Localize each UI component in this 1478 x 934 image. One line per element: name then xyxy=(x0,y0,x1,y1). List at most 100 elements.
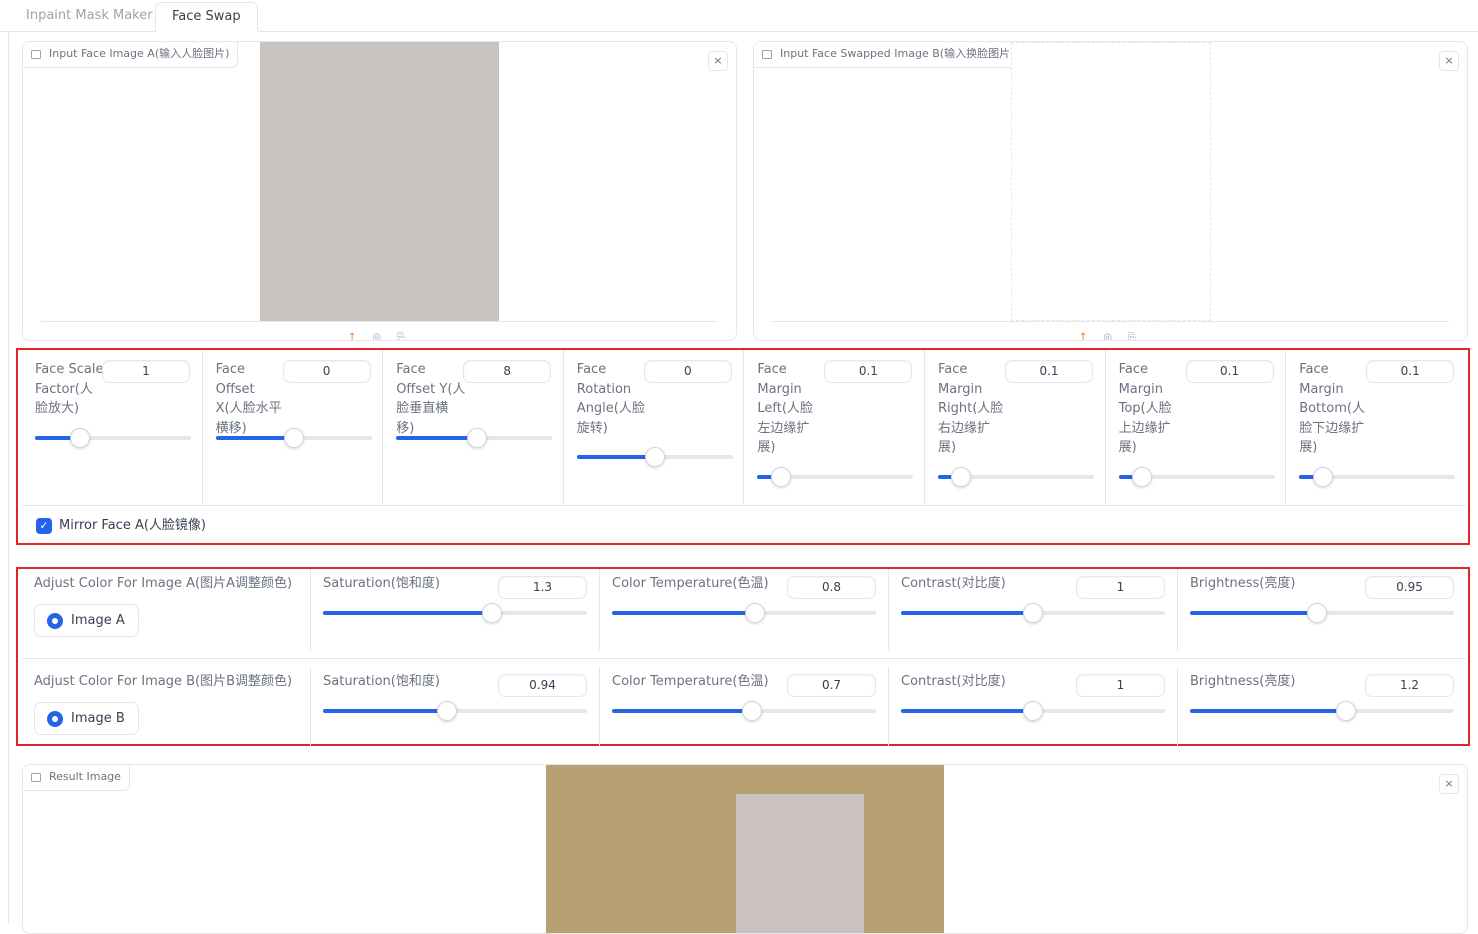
face-param-slider-track[interactable] xyxy=(215,428,372,448)
color-slider-track[interactable] xyxy=(323,603,587,623)
upload-icon[interactable]: ↑ xyxy=(1079,332,1087,341)
color-slider-label: Saturation(饱和度) xyxy=(323,576,440,591)
slider-handle[interactable] xyxy=(744,603,765,623)
color-slider-track[interactable] xyxy=(323,701,587,721)
face-param-1: Face Offset X(人脸水平横移) 0 xyxy=(203,350,384,505)
image-radio-option[interactable]: Image A xyxy=(34,604,139,637)
slider-fill xyxy=(323,611,492,615)
clipboard-icon[interactable]: ⎘ xyxy=(397,332,405,341)
face-param-slider-track[interactable] xyxy=(576,447,733,467)
slider-handle[interactable] xyxy=(1131,467,1152,487)
face-param-slider-track[interactable] xyxy=(938,467,1094,487)
face-param-number-input[interactable]: 0 xyxy=(643,360,732,383)
swapped-face-region xyxy=(736,794,864,933)
color-slider-label: Color Temperature(色温) xyxy=(612,576,769,591)
slider-fill xyxy=(1190,709,1346,713)
color-slider-track[interactable] xyxy=(901,701,1165,721)
color-slider-cell: Saturation(饱和度) 0.94 xyxy=(310,667,599,746)
upload-icon[interactable]: ↑ xyxy=(348,332,356,341)
input-b-label: Input Face Swapped Image B(输入换脸图片) xyxy=(754,42,1024,68)
image-icon xyxy=(31,50,41,59)
slider-handle[interactable] xyxy=(1023,701,1043,721)
divider xyxy=(22,505,1466,506)
radio-label: Image B xyxy=(71,711,125,726)
color-slider-track[interactable] xyxy=(901,603,1165,623)
color-slider-number-input[interactable]: 0.7 xyxy=(787,674,876,697)
divider xyxy=(772,321,1449,322)
image-icon xyxy=(762,50,772,59)
color-slider-number-input[interactable]: 1.3 xyxy=(498,576,587,599)
color-slider-number-input[interactable]: 1 xyxy=(1076,576,1165,599)
face-param-slider-track[interactable] xyxy=(1299,467,1456,487)
input-face-swapped-image-b[interactable]: Input Face Swapped Image B(输入换脸图片) × ↑ ◎… xyxy=(753,41,1468,341)
face-param-slider-track[interactable] xyxy=(396,428,553,448)
face-param-slider-track[interactable] xyxy=(1118,467,1275,487)
face-param-number-input[interactable]: 0 xyxy=(282,360,371,383)
face-param-label: Face Rotation Angle(人脸旋转) xyxy=(576,362,645,436)
color-slider-track[interactable] xyxy=(1190,701,1454,721)
slider-fill xyxy=(901,611,1033,615)
slider-handle[interactable] xyxy=(741,701,762,721)
tab-face-swap[interactable]: Face Swap xyxy=(155,2,258,32)
face-param-number-input[interactable]: 0.1 xyxy=(1185,360,1274,383)
slider-handle[interactable] xyxy=(70,428,91,448)
webcam-icon[interactable]: ◎ xyxy=(372,332,381,341)
webcam-icon[interactable]: ◎ xyxy=(1103,332,1112,341)
color-slider-track[interactable] xyxy=(612,603,876,623)
face-param-number-input[interactable]: 1 xyxy=(102,360,190,383)
mirror-face-checkbox[interactable]: ✓ xyxy=(36,518,52,534)
color-slider-number-input[interactable]: 1.2 xyxy=(1365,674,1454,697)
face-param-label: Face Margin Bottom(人脸下边缘扩展) xyxy=(1299,362,1365,455)
face-param-label: Face Margin Top(人脸上边缘扩展) xyxy=(1118,362,1172,455)
slider-handle[interactable] xyxy=(1335,701,1356,721)
color-slider-label: Contrast(对比度) xyxy=(901,674,1006,689)
input-face-image-a[interactable]: Input Face Image A(输入人脸图片) × ↑ ◎ ⎘ xyxy=(22,41,737,341)
slider-handle[interactable] xyxy=(770,467,791,487)
clipboard-icon[interactable]: ⎘ xyxy=(1128,332,1136,341)
color-slider-cell: Contrast(对比度) 1 xyxy=(888,569,1177,650)
divider xyxy=(41,321,718,322)
face-param-label: Face Offset X(人脸水平横移) xyxy=(215,362,282,436)
face-param-5: Face Margin Right(人脸右边缘扩展) 0.1 xyxy=(925,350,1106,505)
color-slider-number-input[interactable]: 1 xyxy=(1076,674,1165,697)
face-param-number-input[interactable]: 8 xyxy=(463,360,552,383)
color-slider-cell: Saturation(饱和度) 1.3 xyxy=(310,569,599,650)
slider-handle[interactable] xyxy=(481,603,502,623)
face-param-3: Face Rotation Angle(人脸旋转) 0 xyxy=(564,350,745,505)
color-slider-track[interactable] xyxy=(612,701,876,721)
clear-input-a-button[interactable]: × xyxy=(708,51,728,71)
clear-result-button[interactable]: × xyxy=(1439,774,1459,794)
color-slider-label: Saturation(饱和度) xyxy=(323,674,440,689)
face-param-number-input[interactable]: 0.1 xyxy=(1005,360,1093,383)
slider-fill xyxy=(576,455,655,459)
face-param-4: Face Margin Left(人脸左边缘扩展) 0.1 xyxy=(744,350,925,505)
slider-handle[interactable] xyxy=(951,467,972,487)
color-slider-cell: Brightness(亮度) 0.95 xyxy=(1177,569,1466,650)
image-radio-option[interactable]: Image B xyxy=(34,702,139,735)
slider-handle[interactable] xyxy=(1023,603,1043,623)
color-slider-number-input[interactable]: 0.95 xyxy=(1365,576,1454,599)
color-slider-number-input[interactable]: 0.8 xyxy=(787,576,876,599)
mirror-face-label: Mirror Face A(人脸镜像) xyxy=(59,518,206,533)
face-param-number-input[interactable]: 0.1 xyxy=(1366,360,1455,383)
input-a-toolbar: ↑ ◎ ⎘ xyxy=(348,333,405,341)
face-param-2: Face Offset Y(人脸垂直横移) 8 xyxy=(383,350,564,505)
color-slider-track[interactable] xyxy=(1190,603,1454,623)
color-slider-cell: Color Temperature(色温) 0.8 xyxy=(599,569,888,650)
input-b-toolbar: ↑ ◎ ⎘ xyxy=(1079,333,1136,341)
tab-bar: Inpaint Mask Maker Face Swap xyxy=(0,0,1478,32)
slider-handle[interactable] xyxy=(283,428,304,448)
slider-handle[interactable] xyxy=(644,447,665,467)
slider-handle[interactable] xyxy=(1312,467,1333,487)
input-a-label: Input Face Image A(输入人脸图片) xyxy=(23,42,239,68)
face-param-slider-track[interactable] xyxy=(35,428,191,448)
slider-handle[interactable] xyxy=(467,428,488,448)
face-param-slider-track[interactable] xyxy=(757,467,914,487)
tab-inpaint-mask-maker[interactable]: Inpaint Mask Maker xyxy=(10,2,169,32)
color-slider-number-input[interactable]: 0.94 xyxy=(498,674,587,697)
slider-handle[interactable] xyxy=(1306,603,1327,623)
clear-input-b-button[interactable]: × xyxy=(1439,51,1459,71)
face-param-number-input[interactable]: 0.1 xyxy=(824,360,913,383)
color-slider-cell: Contrast(对比度) 1 xyxy=(888,667,1177,746)
slider-handle[interactable] xyxy=(437,701,458,721)
